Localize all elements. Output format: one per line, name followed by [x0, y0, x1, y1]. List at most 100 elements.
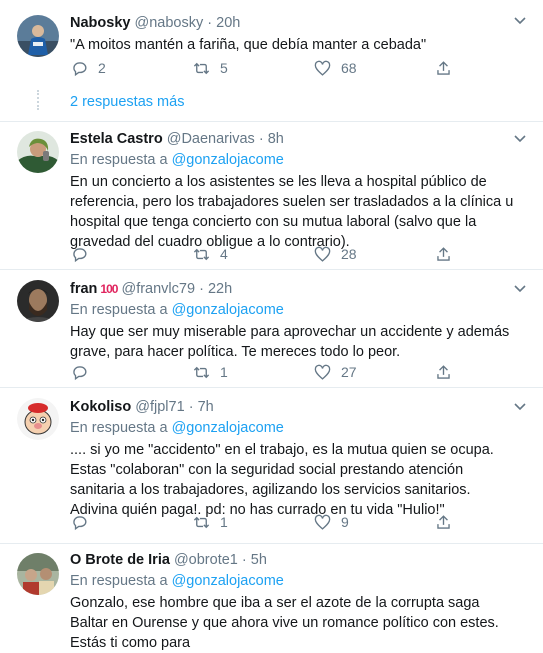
display-name[interactable]: Kokoliso [70, 399, 131, 415]
timestamp[interactable]: 5h [251, 552, 267, 568]
timestamp[interactable]: 7h [198, 399, 214, 415]
tweet-header: O Brote de Iria @obrote1 · 5h [70, 551, 521, 570]
tweet-text: En un concierto a los asistentes se les … [70, 174, 514, 250]
chevron-down-icon[interactable] [513, 14, 527, 28]
retweet-button[interactable]: 5 [192, 59, 228, 78]
tweet-text: Gonzalo, ese hombre que iba a ser el azo… [70, 595, 499, 651]
show-more-replies-link[interactable]: 2 respuestas más [70, 94, 184, 110]
avatar[interactable] [17, 131, 59, 173]
retweet-icon [193, 516, 210, 528]
like-count: 9 [341, 514, 349, 530]
avatar[interactable] [17, 280, 59, 322]
in-reply-to: En respuesta a @gonzalojacome [70, 572, 521, 591]
share-button[interactable] [434, 513, 453, 532]
share-icon [437, 246, 450, 261]
user-handle[interactable]: @obrote1 [174, 552, 238, 568]
timestamp[interactable]: 8h [268, 131, 284, 147]
retweet-button[interactable]: 4 [192, 245, 228, 264]
like-count: 68 [341, 60, 357, 76]
retweet-count: 5 [220, 60, 228, 76]
like-button[interactable]: 68 [313, 59, 357, 78]
hundred-points-emoji: 100 [100, 282, 118, 296]
share-icon [437, 60, 450, 75]
tweet-text: "A moitos mantén a fariña, que debía man… [70, 37, 427, 53]
chevron-down-icon[interactable] [513, 400, 527, 414]
chevron-down-icon[interactable] [513, 132, 527, 146]
chevron-down-icon[interactable] [513, 282, 527, 296]
like-button[interactable]: 9 [313, 513, 349, 532]
heart-icon [314, 364, 331, 380]
avatar[interactable] [17, 553, 59, 595]
retweet-icon [193, 366, 210, 378]
mention-link[interactable]: @gonzalojacome [172, 302, 284, 318]
reply-count: 2 [98, 60, 106, 76]
retweet-count: 4 [220, 246, 228, 262]
display-name[interactable]: fran [70, 281, 97, 297]
reply-button[interactable] [70, 363, 98, 382]
share-button[interactable] [434, 59, 453, 78]
share-icon [437, 514, 450, 529]
share-button[interactable] [434, 363, 453, 382]
mention-link[interactable]: @gonzalojacome [172, 573, 284, 589]
tweet-estela-castro[interactable]: Estela Castro @Daenarivas · 8h En respue… [0, 122, 543, 270]
heart-icon [314, 60, 331, 76]
display-name[interactable]: Estela Castro [70, 131, 163, 147]
reply-icon [73, 515, 87, 530]
avatar[interactable] [17, 398, 59, 440]
tweet-fran[interactable]: fran 100 @franvlc79 · 22h En respuesta a … [0, 270, 543, 388]
timestamp[interactable]: 20h [216, 15, 240, 31]
like-count: 27 [341, 364, 357, 380]
like-button[interactable]: 28 [313, 245, 357, 264]
separator-dot: · [207, 15, 213, 31]
tweet-header: Estela Castro @Daenarivas · 8h [70, 130, 521, 149]
display-name[interactable]: O Brote de Iria [70, 552, 170, 568]
reply-icon [73, 61, 87, 76]
heart-icon [314, 246, 331, 262]
reply-icon [73, 365, 87, 380]
mention-link[interactable]: @gonzalojacome [172, 420, 284, 436]
share-button[interactable] [434, 245, 453, 264]
tweet-actions: 2 5 68 [70, 58, 470, 78]
like-button[interactable]: 27 [313, 363, 357, 382]
tweet-o-brote-de-iria[interactable]: O Brote de Iria @obrote1 · 5h En respues… [0, 544, 543, 651]
separator-dot: · [188, 399, 194, 415]
tweet-header: fran 100 @franvlc79 · 22h [70, 280, 521, 299]
reply-icon [73, 247, 87, 262]
retweet-icon [193, 248, 210, 260]
tweet-text: Hay que ser muy miserable para aprovecha… [70, 324, 510, 360]
retweet-button[interactable]: 1 [192, 513, 228, 532]
in-reply-to: En respuesta a @gonzalojacome [70, 151, 521, 170]
tweet-actions: 1 9 [70, 512, 470, 532]
heart-icon [314, 514, 331, 530]
mention-link[interactable]: @gonzalojacome [172, 152, 284, 168]
avatar[interactable] [17, 15, 59, 57]
timeline: Nabosky @nabosky · 20h "A moitos mantén … [0, 0, 543, 651]
reply-prefix: En respuesta a [70, 420, 168, 436]
timestamp[interactable]: 22h [208, 281, 232, 297]
reply-prefix: En respuesta a [70, 573, 168, 589]
retweet-button[interactable]: 1 [192, 363, 228, 382]
retweet-count: 1 [220, 364, 228, 380]
user-handle[interactable]: @fjpl71 [135, 399, 184, 415]
tweet-nabosky[interactable]: Nabosky @nabosky · 20h "A moitos mantén … [0, 0, 543, 122]
reply-button[interactable]: 2 [70, 59, 106, 78]
thread-connector [37, 90, 41, 110]
share-icon [437, 364, 450, 379]
tweet-header: Kokoliso @fjpl71 · 7h [70, 398, 521, 417]
tweet-header: Nabosky @nabosky · 20h [70, 14, 521, 33]
tweet-text: .... si yo me "accidento" en el trabajo,… [70, 442, 494, 518]
reply-button[interactable] [70, 245, 98, 264]
reply-button[interactable] [70, 513, 98, 532]
user-handle[interactable]: @franvlc79 [121, 281, 195, 297]
tweet-actions: 1 27 [70, 362, 470, 382]
user-handle[interactable]: @nabosky [134, 15, 203, 31]
in-reply-to: En respuesta a @gonzalojacome [70, 301, 521, 320]
retweet-icon [193, 62, 210, 74]
display-name[interactable]: Nabosky [70, 15, 130, 31]
reply-prefix: En respuesta a [70, 152, 168, 168]
tweet-actions: 4 28 [70, 244, 470, 264]
separator-dot: · [199, 281, 204, 297]
tweet-kokoliso[interactable]: Kokoliso @fjpl71 · 7h En respuesta a @go… [0, 388, 543, 544]
user-handle[interactable]: @Daenarivas [167, 131, 255, 147]
separator-dot: · [258, 131, 264, 147]
